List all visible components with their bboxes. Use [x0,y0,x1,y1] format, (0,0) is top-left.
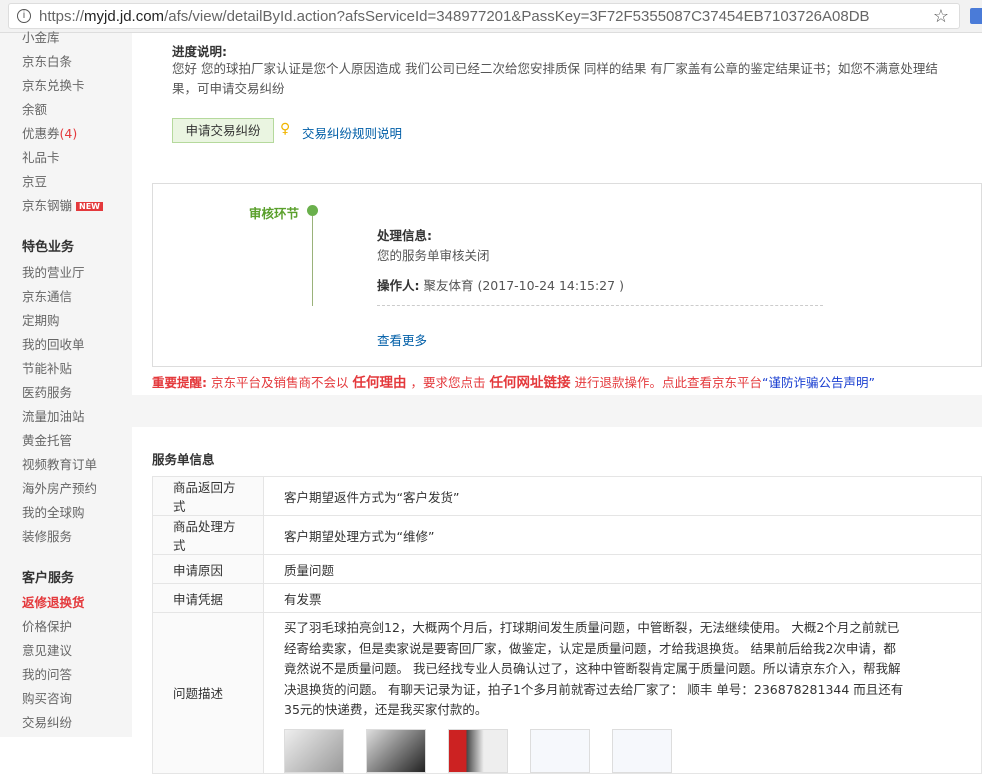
sidebar-item[interactable]: 我的全球购 [22,502,85,521]
row-label: 申请原因 [152,554,264,584]
lightbulb-icon: ♀ [280,121,291,137]
photo-thumbnail[interactable] [530,728,590,773]
photo-thumbnail[interactable] [448,728,508,773]
timeline-line [312,216,313,306]
row-value: 有发票 [263,583,982,613]
sidebar-item[interactable]: 京东白条 [22,51,72,70]
progress-text: 您好 您的球拍厂家认证是您个人原因造成 我们公司已经二次给您安排质保 同样的结果… [172,61,938,96]
photo-thumbnail[interactable] [284,728,344,773]
coupon-count: (4) [59,126,78,141]
sidebar-item[interactable]: 京豆 [22,171,47,190]
sidebar-item[interactable]: 京东通信 [22,286,72,305]
sidebar-item[interactable]: 意见建议 [22,640,72,659]
timeline-box: 审核环节 处理信息: 您的服务单审核关闭 操作人: 聚友体育 (2017-10-… [152,183,982,367]
sidebar-item[interactable]: 购买咨询 [22,688,72,707]
row-label: 商品返回方式 [152,476,264,516]
section-separator [132,395,982,427]
sidebar-item[interactable]: 医药服务 [22,382,72,401]
sidebar: 小金库京东白条京东兑换卡余额优惠券(4) 礼品卡京豆京东钢镚 NEW 特色业务我的营业… [0,30,132,737]
new-badge: NEW [76,202,103,211]
row-value: 客户期望返件方式为“客户发货” [263,476,982,516]
row-label: 问题描述 [152,612,264,774]
timeline-dot [307,205,318,216]
service-info-table: 商品返回方式 客户期望返件方式为“客户发货” 商品处理方式 客户期望处理方式为“维修”… [152,476,982,774]
sidebar-item[interactable]: 余额 [22,99,47,118]
fraud-notice-link[interactable]: “谨防诈骗公告声明” [762,375,875,390]
sidebar-item[interactable]: 节能补贴 [22,358,72,377]
url-host: myjd.jd.com [84,7,165,25]
sidebar-item[interactable]: 礼品卡 [22,147,60,166]
sidebar-item[interactable]: 小金库 [22,27,60,46]
warning-text: 进行退款操作。点此查看京东平台 [574,375,762,390]
dispute-rules-link[interactable]: 交易纠纷规则说明 [302,123,402,142]
row-label: 申请凭据 [152,583,264,613]
warning-emphasis: 任何理由 [352,375,407,391]
sidebar-item-label: 优惠券 [22,126,60,141]
extension-icon[interactable] [970,8,982,24]
info-label: 处理信息: [377,228,432,243]
sidebar-item[interactable]: 优惠券(4) [22,123,77,142]
sidebar-item[interactable]: 京东钢镚 NEW [22,195,103,214]
info-icon[interactable]: i [17,9,31,23]
sidebar-item[interactable]: 我的营业厅 [22,262,85,281]
row-value: 质量问题 [263,554,982,584]
sidebar-item[interactable]: 交易纠纷 [22,712,72,731]
view-more-link[interactable]: 查看更多 [377,330,427,349]
row-value: 客户期望处理方式为“维修” [263,515,982,555]
sidebar-item[interactable]: 定期购 [22,310,60,329]
progress-title: 进度说明: [172,44,227,59]
problem-description: 买了羽毛球拍亮剑12，大概两个月后，打球期间发生质量问题，中管断裂，无法继续使用… [284,620,904,717]
sidebar-item-label: 京东钢镚 [22,198,73,213]
sidebar-item[interactable]: 黄金托管 [22,430,72,449]
sidebar-item[interactable]: 价格保护 [22,616,72,635]
photo-thumbnail[interactable] [612,728,672,773]
sidebar-item[interactable]: 流量加油站 [22,406,85,425]
warning-text: ，要求您点击 [410,375,486,390]
table-row: 问题描述 买了羽毛球拍亮剑12，大概两个月后，打球期间发生质量问题，中管断裂，无… [152,612,982,774]
url-prefix: https:// [39,7,85,25]
sidebar-section-heading: 客户服务 [22,571,75,586]
address-bar[interactable]: i https://myjd.jd.com/afs/view/detailByI… [8,3,960,29]
warning-emphasis: 任何网址链接 [489,375,571,391]
sidebar-item[interactable]: 我的回收单 [22,334,85,353]
timeline-stage: 审核环节 [249,206,300,221]
sidebar-item[interactable]: 我的问答 [22,664,72,683]
warning-bar: 重要提醒: 京东平台及销售商不会以 任何理由 ，要求您点击 任何网址链接 进行退… [152,371,875,391]
service-info-title: 服务单信息 [152,452,215,467]
warning-text: 京东平台及销售商不会以 [210,375,349,390]
row-label: 商品处理方式 [152,515,264,555]
sidebar-item[interactable]: 返修退换货 [22,592,85,611]
sidebar-item[interactable]: 装修服务 [22,526,72,545]
operator-value: 聚友体育 (2017-10-24 14:15:27 ) [423,278,624,293]
table-row: 申请凭据 有发票 [152,583,982,613]
sidebar-item[interactable]: 京东兑换卡 [22,75,85,94]
info-text: 您的服务单审核关闭 [377,248,490,263]
browser-toolbar: i https://myjd.jd.com/afs/view/detailByI… [0,0,982,33]
table-row: 商品处理方式 客户期望处理方式为“维修” [152,515,982,555]
warning-label: 重要提醒: [152,375,207,390]
divider [377,305,823,306]
main-content: 进度说明: 您好 您的球拍厂家认证是您个人原因造成 我们公司已经二次给您安排质保… [132,33,982,774]
table-row: 申请原因 质量问题 [152,554,982,584]
operator-label: 操作人: [377,278,420,293]
apply-dispute-button[interactable]: 申请交易纠纷 [172,118,274,143]
table-row: 商品返回方式 客户期望返件方式为“客户发货” [152,476,982,516]
sidebar-section-heading: 特色业务 [22,240,75,255]
url-path: /afs/view/detailById.action?afsServiceId… [164,7,870,25]
bookmark-star-icon[interactable]: ☆ [933,6,949,27]
sidebar-item[interactable]: 海外房产预约 [22,478,97,497]
photo-thumbnail[interactable] [366,728,426,773]
sidebar-item[interactable]: 视频教育订单 [22,454,97,473]
